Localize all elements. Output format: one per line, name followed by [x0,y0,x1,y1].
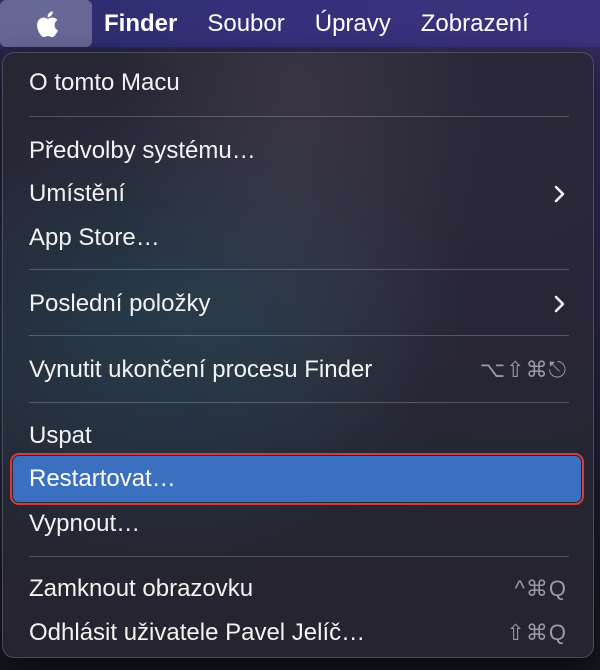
apple-menu: O tomto Macu Předvolby systému… Umístění… [2,52,594,658]
menu-item-about[interactable]: O tomto Macu [13,60,581,106]
apple-logo-icon [37,10,58,37]
keyboard-shortcut: ^⌘Q [514,576,567,601]
menu-item-label: Předvolby systému… [29,137,256,164]
menu-item-label: App Store… [29,224,160,251]
menu-item-shutdown[interactable]: Vypnout… [13,501,581,547]
keyboard-shortcut: ⇧⌘Q [506,620,567,645]
menubar-soubor[interactable]: Soubor [197,0,304,47]
chevron-right-icon [554,185,565,203]
menu-separator [29,402,569,403]
menu-item-force-quit[interactable]: Vynutit ukončení procesu Finder ⌥⇧⌘⎋ [13,347,581,393]
menu-separator [29,556,569,557]
chevron-right-icon [554,295,565,313]
menu-item-lock-screen[interactable]: Zamknout obrazovku ^⌘Q [13,566,581,612]
menu-item-label: Vypnout… [29,510,141,537]
menu-item-label: O tomto Macu [29,69,180,96]
menubar-finder[interactable]: Finder [92,0,197,47]
menu-item-label: Umístění [29,180,126,207]
menu-item-restart[interactable]: Restartovat… [10,453,584,505]
menu-bar: Finder Soubor Úpravy Zobrazení [0,0,600,47]
menubar-zobrazeni[interactable]: Zobrazení [411,0,549,47]
menu-item-location[interactable]: Umístění [13,171,581,217]
menu-item-label: Vynutit ukončení procesu Finder [29,356,373,383]
menu-item-label: Uspat [29,422,92,449]
menu-item-sleep[interactable]: Uspat [13,413,581,459]
menu-separator [29,116,569,117]
menu-item-label: Restartovat… [29,465,176,492]
menu-item-label: Odhlásit uživatele Pavel Jelíč… [29,619,366,646]
keyboard-shortcut: ⌥⇧⌘⎋ [479,357,567,382]
menu-item-label: Poslední položky [29,290,211,317]
menu-item-app-store[interactable]: App Store… [13,215,581,261]
apple-menu-button[interactable] [0,0,92,47]
menu-separator [29,269,569,270]
menu-item-recent-items[interactable]: Poslední položky [13,281,581,327]
menubar-upravy[interactable]: Úpravy [305,0,411,47]
menu-item-label: Zamknout obrazovku [29,575,254,602]
menu-item-logout[interactable]: Odhlásit uživatele Pavel Jelíč… ⇧⌘Q [13,610,581,656]
menu-item-system-preferences[interactable]: Předvolby systému… [13,128,581,174]
menu-separator [29,335,569,336]
